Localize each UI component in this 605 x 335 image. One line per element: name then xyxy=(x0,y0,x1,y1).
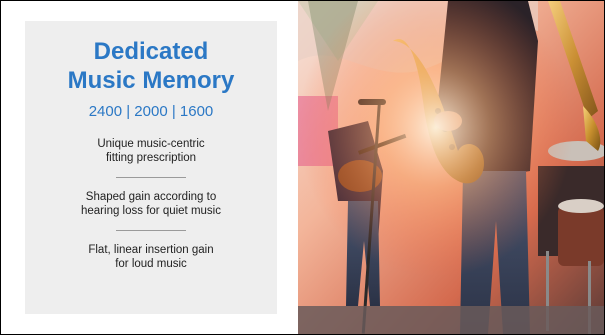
slide: Dedicated Music Memory 2400 | 2000 | 160… xyxy=(1,1,604,334)
band-performance-photo xyxy=(298,1,604,334)
feature-item-3: Flat, linear insertion gain for loud mus… xyxy=(25,243,277,271)
light-flare xyxy=(298,1,604,334)
feature-3-line-2: for loud music xyxy=(115,258,187,270)
feature-2-line-2: hearing loss for quiet music xyxy=(81,205,221,217)
title-line-2: Music Memory xyxy=(67,67,235,94)
feature-2-line-1: Shaped gain according to xyxy=(85,191,217,203)
feature-panel: Dedicated Music Memory 2400 | 2000 | 160… xyxy=(25,21,277,314)
slide-title: Dedicated Music Memory xyxy=(25,21,277,95)
photo-illustration xyxy=(298,1,604,334)
feature-3-line-1: Flat, linear insertion gain xyxy=(88,244,214,256)
divider-2 xyxy=(116,230,186,231)
title-line-1: Dedicated xyxy=(93,38,209,65)
divider-1 xyxy=(116,177,186,178)
feature-1-line-1: Unique music-centric xyxy=(97,138,205,150)
model-numbers: 2400 | 2000 | 1600 xyxy=(88,103,214,120)
feature-1-line-2: fitting prescription xyxy=(105,152,197,164)
feature-item-1: Unique music-centric fitting prescriptio… xyxy=(25,137,277,165)
feature-item-2: Shaped gain according to hearing loss fo… xyxy=(25,190,277,218)
